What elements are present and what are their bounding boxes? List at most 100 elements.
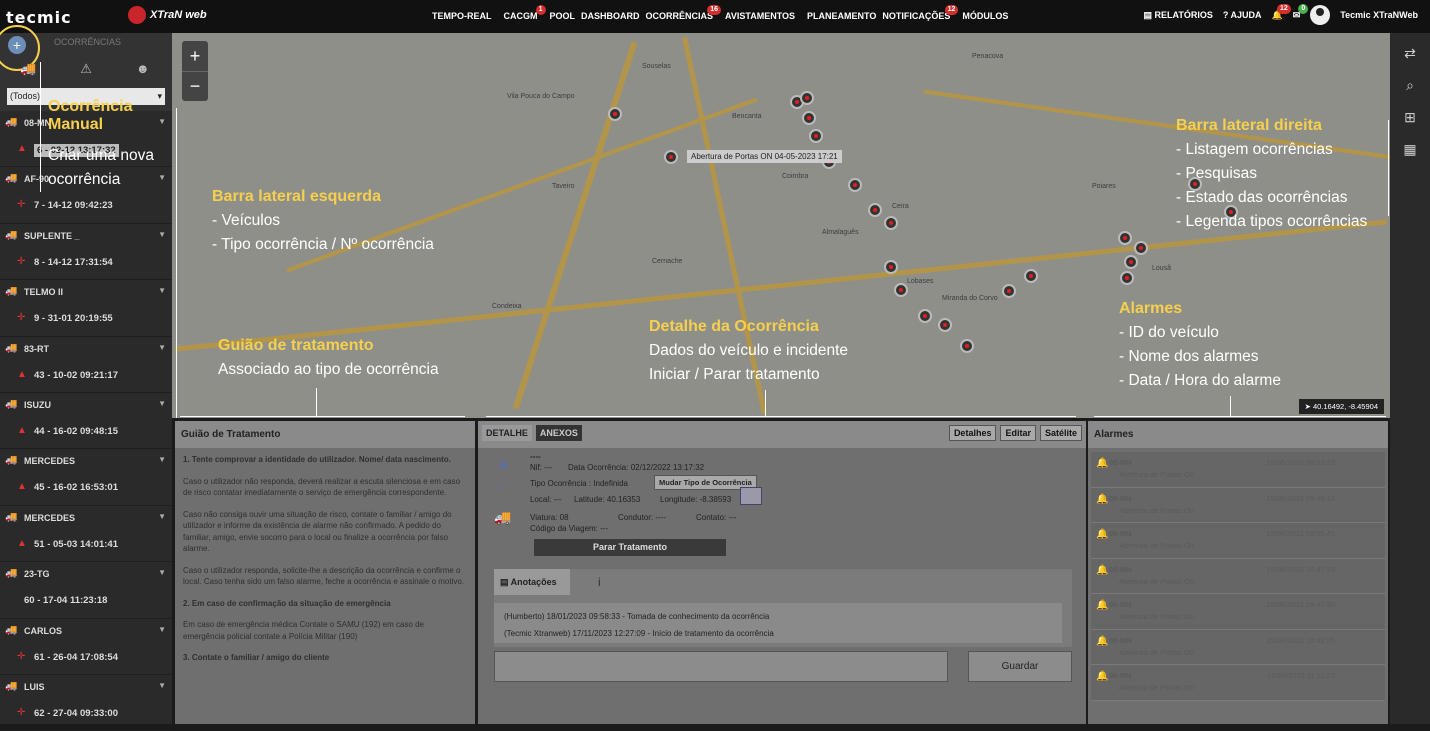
- target-icon: ✛: [17, 650, 26, 662]
- alarm-item[interactable]: 🔔 08-MN 15/06/2023 10:47:29 Abertura de Por…: [1091, 558, 1385, 594]
- vehicle-item[interactable]: 🚚 CARLOS ▼ ✛ 61 - 26-04 17:08:54: [0, 619, 172, 675]
- map-marker[interactable]: [1120, 271, 1134, 285]
- tab-notes[interactable]: ▤ Anotações: [494, 569, 570, 595]
- info-tab-icon[interactable]: i: [598, 575, 601, 589]
- occurrence-id[interactable]: 61 - 26-04 17:08:54: [34, 652, 118, 663]
- vehicle-item[interactable]: 🚚 MERCEDES ▼ ▲ 45 - 16-02 16:53:01: [0, 449, 172, 506]
- details-button[interactable]: Detalhes: [948, 425, 997, 441]
- chevron-down-icon[interactable]: ▼: [158, 399, 166, 408]
- zoom-in-button[interactable]: +: [182, 41, 208, 71]
- map-marker[interactable]: [894, 283, 908, 297]
- tab-detalhe[interactable]: DETALHE: [482, 425, 532, 441]
- alarm-label: Abertura de Portas On: [1119, 576, 1195, 586]
- nav-avistamentos[interactable]: AVISTAMENTOS: [725, 11, 795, 21]
- map-marker[interactable]: [800, 91, 814, 105]
- occurrence-id[interactable]: 7 - 14-12 09:42:23: [34, 200, 113, 211]
- occurrence-id[interactable]: 9 - 31-01 20:19:55: [34, 313, 113, 324]
- alarm-item[interactable]: 🔔 08-MN 15/06/2023 09:53:22 Abertura de Por…: [1091, 452, 1385, 488]
- chevron-down-icon[interactable]: ▼: [158, 230, 166, 239]
- chevron-down-icon[interactable]: ▼: [158, 455, 166, 464]
- chevron-down-icon[interactable]: ▼: [158, 343, 166, 352]
- vehicle-item[interactable]: 🚚 23-TG ▼ 60 - 17-04 11:23:18: [0, 562, 172, 619]
- annotation-rule: [316, 388, 317, 416]
- occurrence-id[interactable]: 60 - 17-04 11:23:18: [24, 595, 107, 606]
- occurrence-id[interactable]: 43 - 10-02 09:21:17: [34, 370, 118, 381]
- map-marker[interactable]: [1124, 255, 1138, 269]
- chevron-down-icon[interactable]: ▼: [158, 512, 166, 521]
- map-marker[interactable]: [809, 129, 823, 143]
- town-label: Penacova: [972, 53, 1004, 60]
- guide-paragraph: Caso o utilizador não responda, deverá r…: [183, 476, 461, 498]
- chevron-down-icon[interactable]: ▼: [158, 173, 166, 182]
- edit-button[interactable]: Editar: [1000, 425, 1036, 441]
- nav-planeamento[interactable]: PLANEAMENTO: [807, 11, 876, 21]
- occurrence-id[interactable]: 44 - 16-02 09:48:15: [34, 426, 118, 437]
- vehicle-item[interactable]: 🚚 LUIS ▼ ✛ 62 - 27-04 09:33:00: [0, 675, 172, 731]
- map-marker[interactable]: [848, 178, 862, 192]
- occurrence-id[interactable]: 8 - 14-12 17:31:54: [34, 257, 113, 268]
- map-marker[interactable]: [1134, 241, 1148, 255]
- stop-treatment-button[interactable]: Parar Tratamento: [534, 539, 726, 556]
- guide-paragraph: Caso não consiga ouvir uma situação de r…: [183, 509, 452, 554]
- vehicle-item[interactable]: 🚚 MERCEDES ▼ ▲ 51 - 05-03 14:01:41: [0, 506, 172, 563]
- map-marker[interactable]: [918, 309, 932, 323]
- vehicle-item[interactable]: 🚚 83-RT ▼ ▲ 43 - 10-02 09:21:17: [0, 337, 172, 393]
- map-marker[interactable]: [938, 318, 952, 332]
- chevron-down-icon[interactable]: ▼: [158, 286, 166, 295]
- occurrence-id[interactable]: 45 - 16-02 16:53:01: [34, 482, 118, 493]
- vehicle-name: ISUZU: [24, 399, 51, 410]
- nav-tempo-real[interactable]: TEMPO-REAL: [432, 11, 492, 21]
- map-marker[interactable]: [884, 216, 898, 230]
- bell-icon[interactable]: 🔔 12: [1272, 3, 1291, 21]
- relatorios-link[interactable]: ▤ RELATÓRIOS: [1143, 10, 1212, 21]
- zoom-out-button[interactable]: −: [182, 71, 208, 101]
- nav-dashboard[interactable]: DASHBOARD: [581, 11, 640, 21]
- swap-icon[interactable]: ⇄: [1390, 37, 1430, 69]
- tab-anexos[interactable]: ANEXOS: [535, 425, 582, 441]
- alarm-item[interactable]: 🔔 08-MN 15/06/2023 10:49:25 Abertura de Por…: [1091, 629, 1385, 665]
- map-marker[interactable]: [608, 107, 622, 121]
- new-note-input[interactable]: [494, 651, 948, 682]
- annotation-manual-line: ocorrência: [48, 171, 121, 188]
- nav-ocorrencias[interactable]: OCORRÊNCIAS 16: [646, 5, 722, 21]
- alarm-item[interactable]: 🔔 08-MN 15/06/2023 09:49:16 Abertura de Por…: [1091, 487, 1385, 523]
- save-button[interactable]: Guardar: [968, 651, 1072, 682]
- nav-modulos[interactable]: MÓDULOS: [962, 11, 1008, 21]
- map-marker[interactable]: [1118, 231, 1132, 245]
- avatar[interactable]: [1310, 5, 1331, 25]
- nav-cacgm[interactable]: CACGM 1: [504, 5, 546, 21]
- chevron-down-icon[interactable]: ▼: [158, 625, 166, 634]
- map-marker[interactable]: [884, 260, 898, 274]
- vehicles-tab-icon[interactable]: 🚚: [20, 61, 36, 77]
- ajuda-link[interactable]: ? AJUDA: [1223, 10, 1262, 20]
- map-marker[interactable]: [664, 150, 678, 164]
- map-marker[interactable]: [802, 111, 816, 125]
- warning-tab-icon[interactable]: ⚠: [80, 61, 92, 77]
- nav-notificacoes[interactable]: NOTIFICAÇÕES 12: [882, 5, 959, 21]
- mail-icon[interactable]: ✉ 0: [1293, 3, 1309, 21]
- occurrence-id[interactable]: 62 - 27-04 09:33:00: [34, 708, 118, 719]
- person-icon: ♟: [498, 457, 509, 471]
- vehicle-item[interactable]: 🚚 TELMO II ▼ ✛ 9 - 31-01 20:19:55: [0, 280, 172, 337]
- person-tab-icon[interactable]: ☻: [136, 61, 150, 77]
- table-icon[interactable]: ▦: [1390, 133, 1430, 165]
- hierarchy-icon[interactable]: ⊞: [1390, 101, 1430, 133]
- alarm-item[interactable]: 🔔 08-MN 15/06/2023 09:55:45 Abertura de Por…: [1091, 523, 1385, 559]
- vehicle-item[interactable]: 🚚 ISUZU ▼ ▲ 44 - 16-02 09:48:15: [0, 393, 172, 450]
- alarm-item[interactable]: 🔔 08-MN 15/06/2023 11:11:23 Abertura de Por…: [1091, 665, 1385, 701]
- satellite-button[interactable]: Satélite: [1039, 425, 1082, 441]
- chevron-down-icon[interactable]: ▼: [158, 117, 166, 126]
- vehicle-item[interactable]: 🚚 SUPLENTE _ ▼ ✛ 8 - 14-12 17:31:54: [0, 224, 172, 281]
- map-marker[interactable]: [1024, 269, 1038, 283]
- map-marker[interactable]: [960, 339, 974, 353]
- search-icon[interactable]: ⌕: [1390, 69, 1430, 101]
- map-marker[interactable]: [868, 203, 882, 217]
- chevron-down-icon[interactable]: ▼: [158, 681, 166, 690]
- occurrence-id[interactable]: 51 - 05-03 14:01:41: [34, 539, 118, 550]
- map-marker[interactable]: [1002, 284, 1016, 298]
- nav-pool[interactable]: POOL: [550, 11, 576, 21]
- copy-icon[interactable]: [740, 487, 762, 505]
- user-name[interactable]: Tecmic XTraNWeb: [1340, 10, 1418, 20]
- chevron-down-icon[interactable]: ▼: [158, 568, 166, 577]
- alarm-item[interactable]: 🔔 08-MN 15/06/2023 09:47:30 Abertura de Por…: [1091, 594, 1385, 630]
